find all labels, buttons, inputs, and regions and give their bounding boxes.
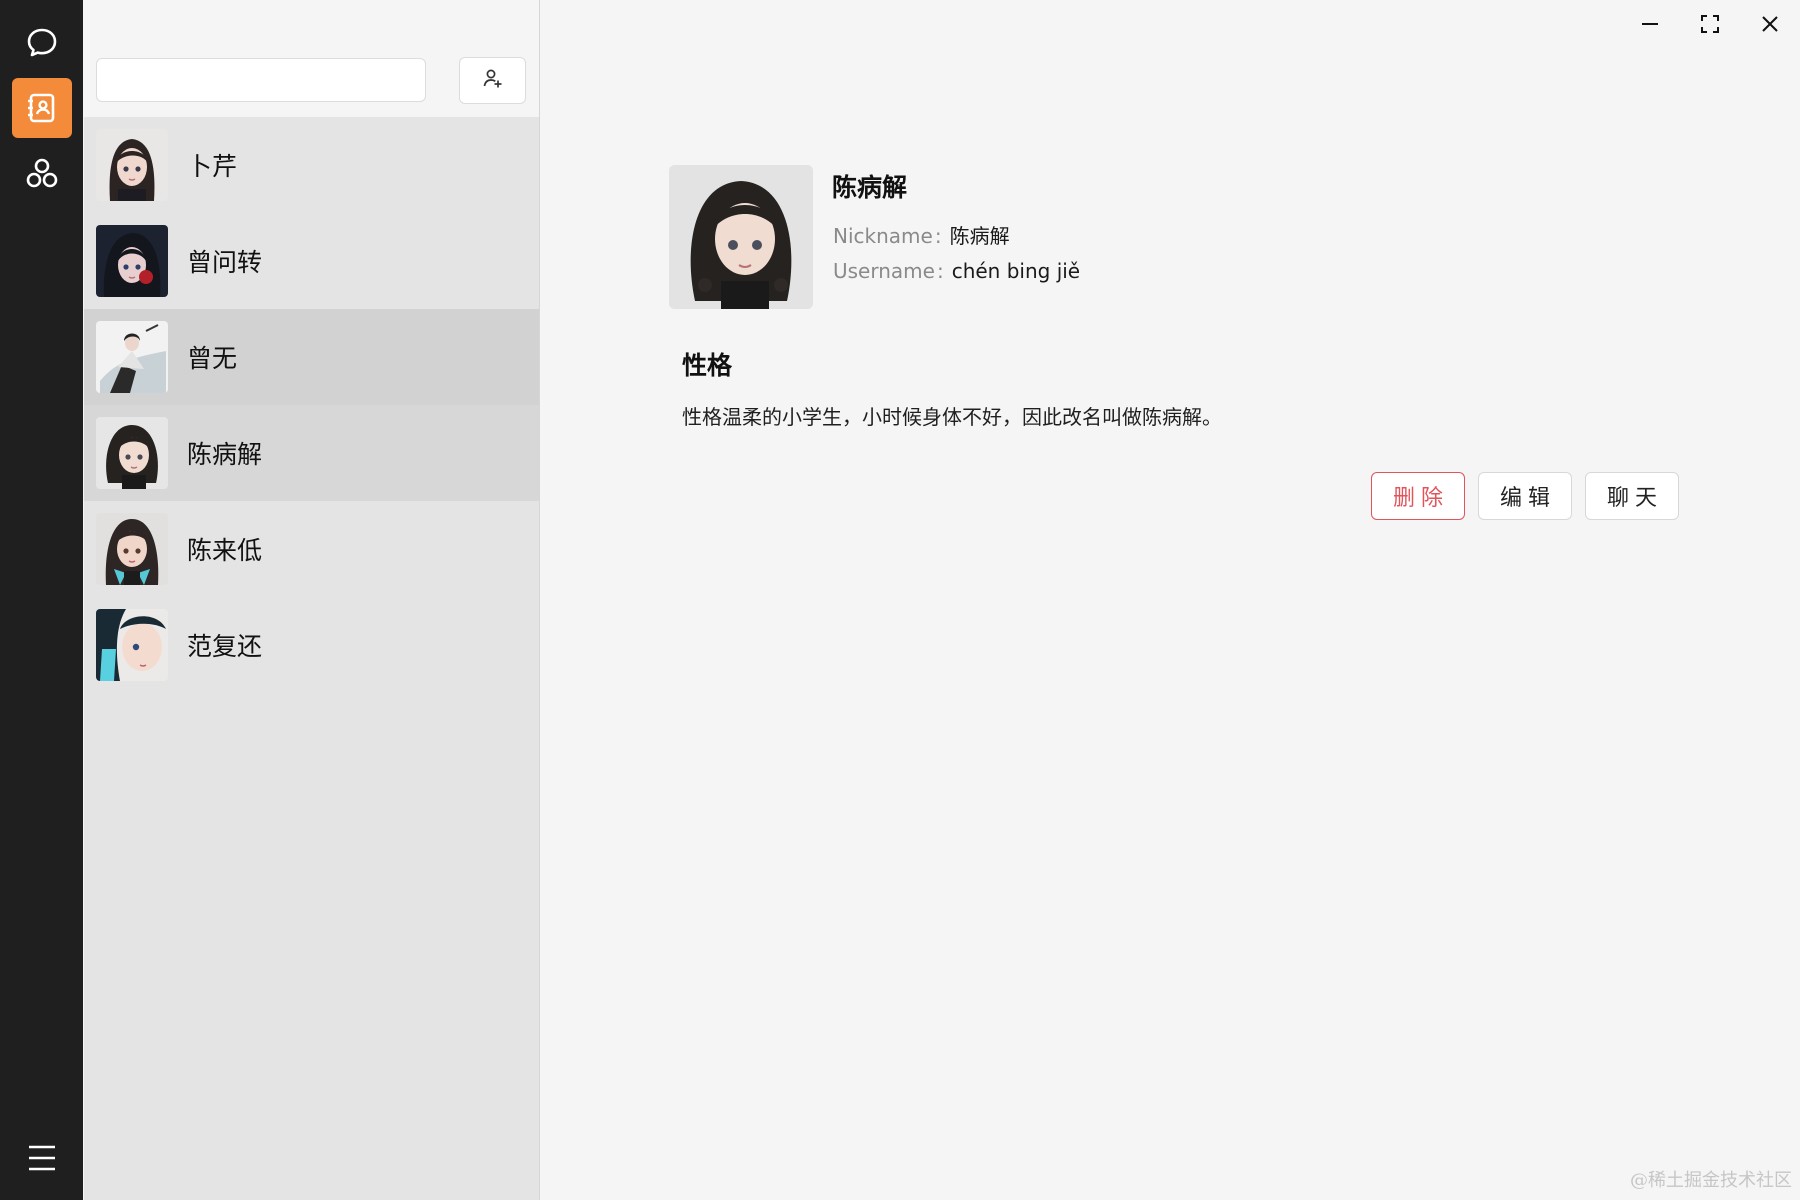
watermark: @稀土掘金技术社区 (1630, 1170, 1792, 1191)
nav-contacts-button[interactable] (12, 78, 72, 138)
search-input[interactable] (96, 58, 426, 102)
nav-groups-button[interactable] (12, 144, 72, 204)
contact-item[interactable]: 卜芹 (84, 117, 539, 213)
nickname-value: 陈病解 (949, 224, 1010, 248)
minimize-button[interactable] (1628, 8, 1672, 44)
nickname-row: Nickname : 陈病解 (833, 220, 1010, 249)
maximize-icon (1700, 14, 1720, 39)
hamburger-menu-icon (26, 1142, 58, 1174)
contact-item[interactable]: 范复还 (84, 597, 539, 693)
avatar-icon (96, 225, 168, 297)
app-window: 卜芹 曾问转 曾无 陈病解 陈来低 范复还 陈病解 Nickname: 陈病解… (0, 0, 1800, 1200)
contact-item[interactable]: 陈来低 (84, 501, 539, 597)
contact-book-icon (25, 91, 59, 125)
contact-name: 卜芹 (187, 152, 238, 181)
nav-rail (0, 0, 83, 1200)
username-colon: : (936, 259, 944, 283)
contact-item[interactable]: 曾问转 (84, 213, 539, 309)
delete-button[interactable]: 删除 (1371, 472, 1465, 520)
profile-name: 陈病解 (832, 173, 908, 202)
nickname-colon: : (934, 224, 942, 248)
profile-avatar (669, 165, 813, 309)
avatar-icon (96, 609, 168, 681)
contact-item[interactable]: 曾无 (84, 309, 539, 405)
chat-button[interactable]: 聊天 (1585, 472, 1679, 520)
username-row: Username : chén bing jiě (833, 259, 1080, 283)
personality-title: 性格 (682, 351, 733, 380)
personality-text: 性格温柔的小学生，小时候身体不好，因此改名叫做陈病解。 (682, 405, 1222, 429)
chat-bubble-icon (24, 24, 60, 60)
username-value: chén bing jiě (951, 259, 1081, 283)
avatar-icon (96, 513, 168, 585)
avatar-icon (96, 417, 168, 489)
groups-icon (24, 156, 60, 192)
contact-list: 卜芹 曾问转 曾无 陈病解 陈来低 范复还 (84, 117, 539, 693)
nickname-label: Nickname (833, 224, 933, 248)
username-label: Username (833, 259, 935, 283)
avatar-icon (96, 129, 168, 201)
minimize-icon (1640, 14, 1660, 39)
contact-list-panel: 卜芹 曾问转 曾无 陈病解 陈来低 范复还 (84, 0, 540, 1200)
avatar-icon (96, 321, 168, 393)
contact-name: 陈病解 (187, 440, 263, 469)
add-user-icon (482, 67, 504, 94)
contact-name: 曾问转 (187, 248, 263, 277)
contact-name: 陈来低 (187, 536, 263, 565)
contact-name: 曾无 (187, 344, 238, 373)
maximize-button[interactable] (1688, 8, 1732, 44)
menu-button[interactable] (12, 1128, 72, 1188)
list-header (84, 0, 539, 117)
contact-name: 范复还 (187, 632, 263, 661)
add-contact-button[interactable] (459, 57, 526, 104)
nav-chat-button[interactable] (12, 12, 72, 72)
close-button[interactable] (1748, 8, 1792, 44)
contact-item[interactable]: 陈病解 (84, 405, 539, 501)
edit-button[interactable]: 编辑 (1478, 472, 1572, 520)
close-icon (1760, 14, 1780, 39)
